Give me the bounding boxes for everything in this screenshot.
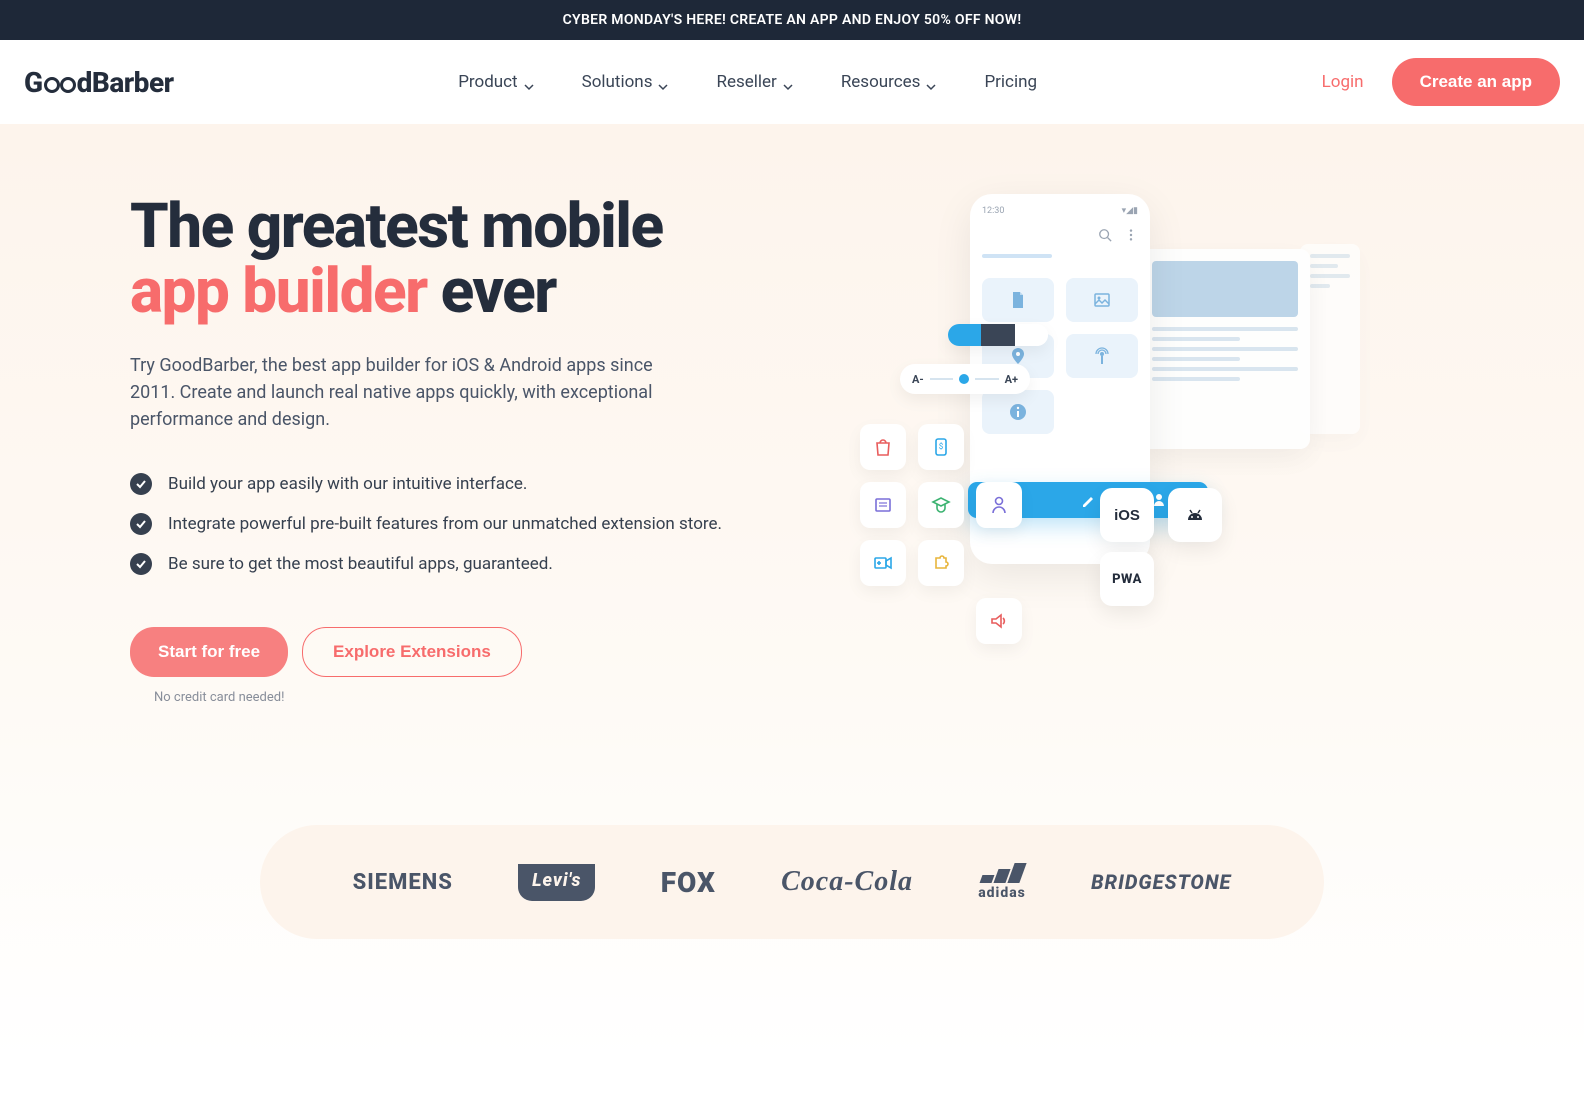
speaker-icon bbox=[976, 598, 1022, 644]
bullet-item: Be sure to get the most beautiful apps, … bbox=[130, 553, 800, 575]
promo-banner[interactable]: CYBER MONDAY'S HERE! CREATE AN APP AND E… bbox=[0, 0, 1584, 40]
image-placeholder-icon bbox=[1152, 261, 1298, 317]
check-icon bbox=[130, 553, 152, 575]
extension-icons: $ bbox=[860, 424, 1022, 644]
hero-content: The greatest mobile app builder ever Try… bbox=[130, 194, 800, 705]
nav-right: Login Create an app bbox=[1322, 58, 1560, 106]
brand-siemens: SIEMENS bbox=[353, 870, 453, 895]
hero-section: The greatest mobile app builder ever Try… bbox=[0, 124, 1584, 1059]
color-picker bbox=[948, 324, 1048, 346]
education-icon bbox=[918, 482, 964, 528]
brand-adidas: adidas bbox=[978, 863, 1026, 901]
logo[interactable]: GdBarber bbox=[24, 66, 174, 99]
explore-extensions-button[interactable]: Explore Extensions bbox=[302, 627, 522, 677]
android-badge bbox=[1168, 488, 1222, 542]
check-icon bbox=[130, 513, 152, 535]
font-size-slider: A-A+ bbox=[900, 364, 1030, 394]
nav-reseller[interactable]: Reseller bbox=[716, 72, 792, 92]
brand-logos: SIEMENS Levi's FOX Coca-Cola adidas BRID… bbox=[260, 825, 1324, 939]
search-icon bbox=[1098, 228, 1112, 242]
brand-fox: FOX bbox=[661, 866, 716, 899]
hero-title: The greatest mobile app builder ever bbox=[130, 194, 800, 324]
hero-description: Try GoodBarber, the best app builder for… bbox=[130, 352, 690, 433]
pwa-badge: PWA bbox=[1100, 552, 1154, 606]
shopping-bag-icon bbox=[860, 424, 906, 470]
main-nav: GdBarber Product Solutions Reseller Reso… bbox=[0, 40, 1584, 124]
podcast-icon bbox=[1066, 334, 1138, 378]
chevron-down-icon bbox=[926, 77, 936, 87]
hero-bullets: Build your app easily with our intuitive… bbox=[130, 473, 800, 575]
nav-solutions[interactable]: Solutions bbox=[582, 72, 669, 92]
user-profile-icon bbox=[976, 482, 1022, 528]
brand-cocacola: Coca-Cola bbox=[781, 866, 913, 898]
login-link[interactable]: Login bbox=[1322, 72, 1364, 92]
panel-preview bbox=[1140, 249, 1310, 449]
logo-o-icon bbox=[60, 77, 76, 93]
puzzle-icon bbox=[918, 540, 964, 586]
news-icon bbox=[860, 482, 906, 528]
chevron-down-icon bbox=[524, 77, 534, 87]
logo-o-icon bbox=[44, 77, 60, 93]
no-credit-card-text: No credit card needed! bbox=[154, 690, 800, 705]
ios-badge: iOS bbox=[1100, 488, 1154, 542]
image-icon bbox=[1066, 278, 1138, 322]
video-icon bbox=[860, 540, 906, 586]
more-icon bbox=[1124, 228, 1138, 242]
nav-pricing[interactable]: Pricing bbox=[984, 72, 1037, 92]
bullet-item: Build your app easily with our intuitive… bbox=[130, 473, 800, 495]
hero-ctas: Start for free Explore Extensions bbox=[130, 627, 800, 677]
check-icon bbox=[130, 473, 152, 495]
brand-levis: Levi's bbox=[518, 864, 595, 901]
nav-links: Product Solutions Reseller Resources Pri… bbox=[458, 72, 1037, 92]
nav-resources[interactable]: Resources bbox=[841, 72, 937, 92]
start-free-button[interactable]: Start for free bbox=[130, 627, 288, 677]
chevron-down-icon bbox=[658, 77, 668, 87]
svg-text:$: $ bbox=[939, 442, 944, 451]
brand-bridgestone: BRIDGESTONE bbox=[1091, 870, 1231, 894]
create-app-button[interactable]: Create an app bbox=[1392, 58, 1560, 106]
phone-payment-icon: $ bbox=[918, 424, 964, 470]
phone-status-bar: 12:30▾◢▮ bbox=[982, 206, 1138, 216]
bullet-item: Integrate powerful pre-built features fr… bbox=[130, 513, 800, 535]
edit-icon bbox=[1081, 493, 1095, 507]
document-icon bbox=[982, 278, 1054, 322]
hero-illustration: 12:30▾◢▮ bbox=[860, 194, 1400, 664]
nav-product[interactable]: Product bbox=[458, 72, 533, 92]
chevron-down-icon bbox=[783, 77, 793, 87]
